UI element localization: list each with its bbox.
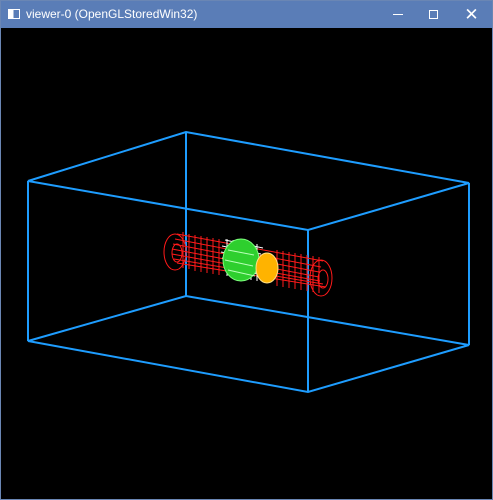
close-button[interactable]: ✕ [453,1,490,28]
scene-canvas [1,28,492,499]
maximize-icon [429,10,438,19]
viewer-window: viewer-0 (OpenGLStoredWin32) ✕ [0,0,493,500]
green-core [222,238,260,282]
maximize-button[interactable] [415,1,452,28]
opengl-viewport[interactable] [1,28,492,499]
minimize-button[interactable] [379,1,416,28]
window-app-icon [8,9,20,19]
minimize-icon [392,14,403,15]
title-bar[interactable]: viewer-0 (OpenGLStoredWin32) ✕ [1,1,492,28]
yellow-end-cap [255,252,279,284]
window-title: viewer-0 (OpenGLStoredWin32) [26,7,198,21]
